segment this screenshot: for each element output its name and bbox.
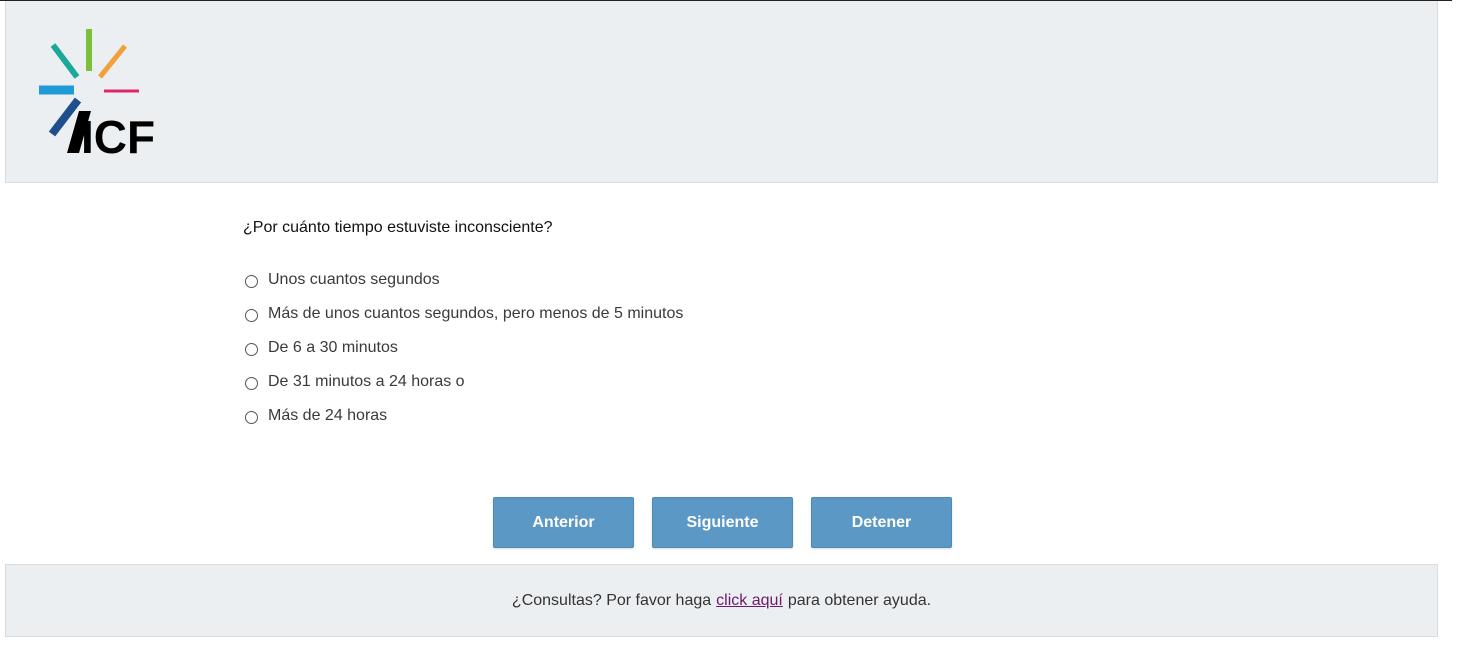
option-under-5-minutes[interactable]: Más de unos cuantos segundos, pero menos… [243,298,1143,332]
option-31-minutes-to-24-hours[interactable]: De 31 minutos a 24 horas o [243,366,1143,400]
icf-logo-icon: ICF [39,29,155,163]
page-header: ICF [5,1,1438,183]
footer-prefix: ¿Consultas? Por favor haga [511,591,712,609]
option-label: Más de unos cuantos segundos, pero menos… [268,305,684,322]
option-label: Más de 24 horas [268,407,388,424]
radio-button[interactable] [245,308,258,322]
radio-button[interactable] [245,410,258,424]
answer-options: Unos cuantos segundos Más de unos cuanto… [243,264,1143,434]
next-button[interactable]: Siguiente [652,497,793,548]
help-link[interactable]: click aquí [716,592,783,610]
help-footer: ¿Consultas? Por favor haga click aquí pa… [5,564,1438,637]
option-label: Unos cuantos segundos [268,271,440,288]
option-label: De 31 minutos a 24 horas o [268,373,465,390]
navigation-buttons: Anterior Siguiente Detener [493,497,952,548]
option-few-seconds[interactable]: Unos cuantos segundos [243,264,1143,298]
radio-button[interactable] [245,274,258,288]
option-label: De 6 a 30 minutos [268,339,398,356]
question-block: ¿Por cuánto tiempo estuviste inconscient… [243,218,1143,434]
footer-suffix: para obtener ayuda. [787,591,932,609]
stop-button[interactable]: Detener [811,497,952,548]
logo-letters: ICF [81,111,155,155]
radio-button[interactable] [245,376,258,390]
previous-button[interactable]: Anterior [493,497,634,548]
option-over-24-hours[interactable]: Más de 24 horas [243,400,1143,434]
question-text: ¿Por cuánto tiempo estuviste inconscient… [243,219,553,236]
icf-logo: ICF [34,27,164,163]
option-6-to-30-minutes[interactable]: De 6 a 30 minutos [243,332,1143,366]
radio-button[interactable] [245,342,258,356]
